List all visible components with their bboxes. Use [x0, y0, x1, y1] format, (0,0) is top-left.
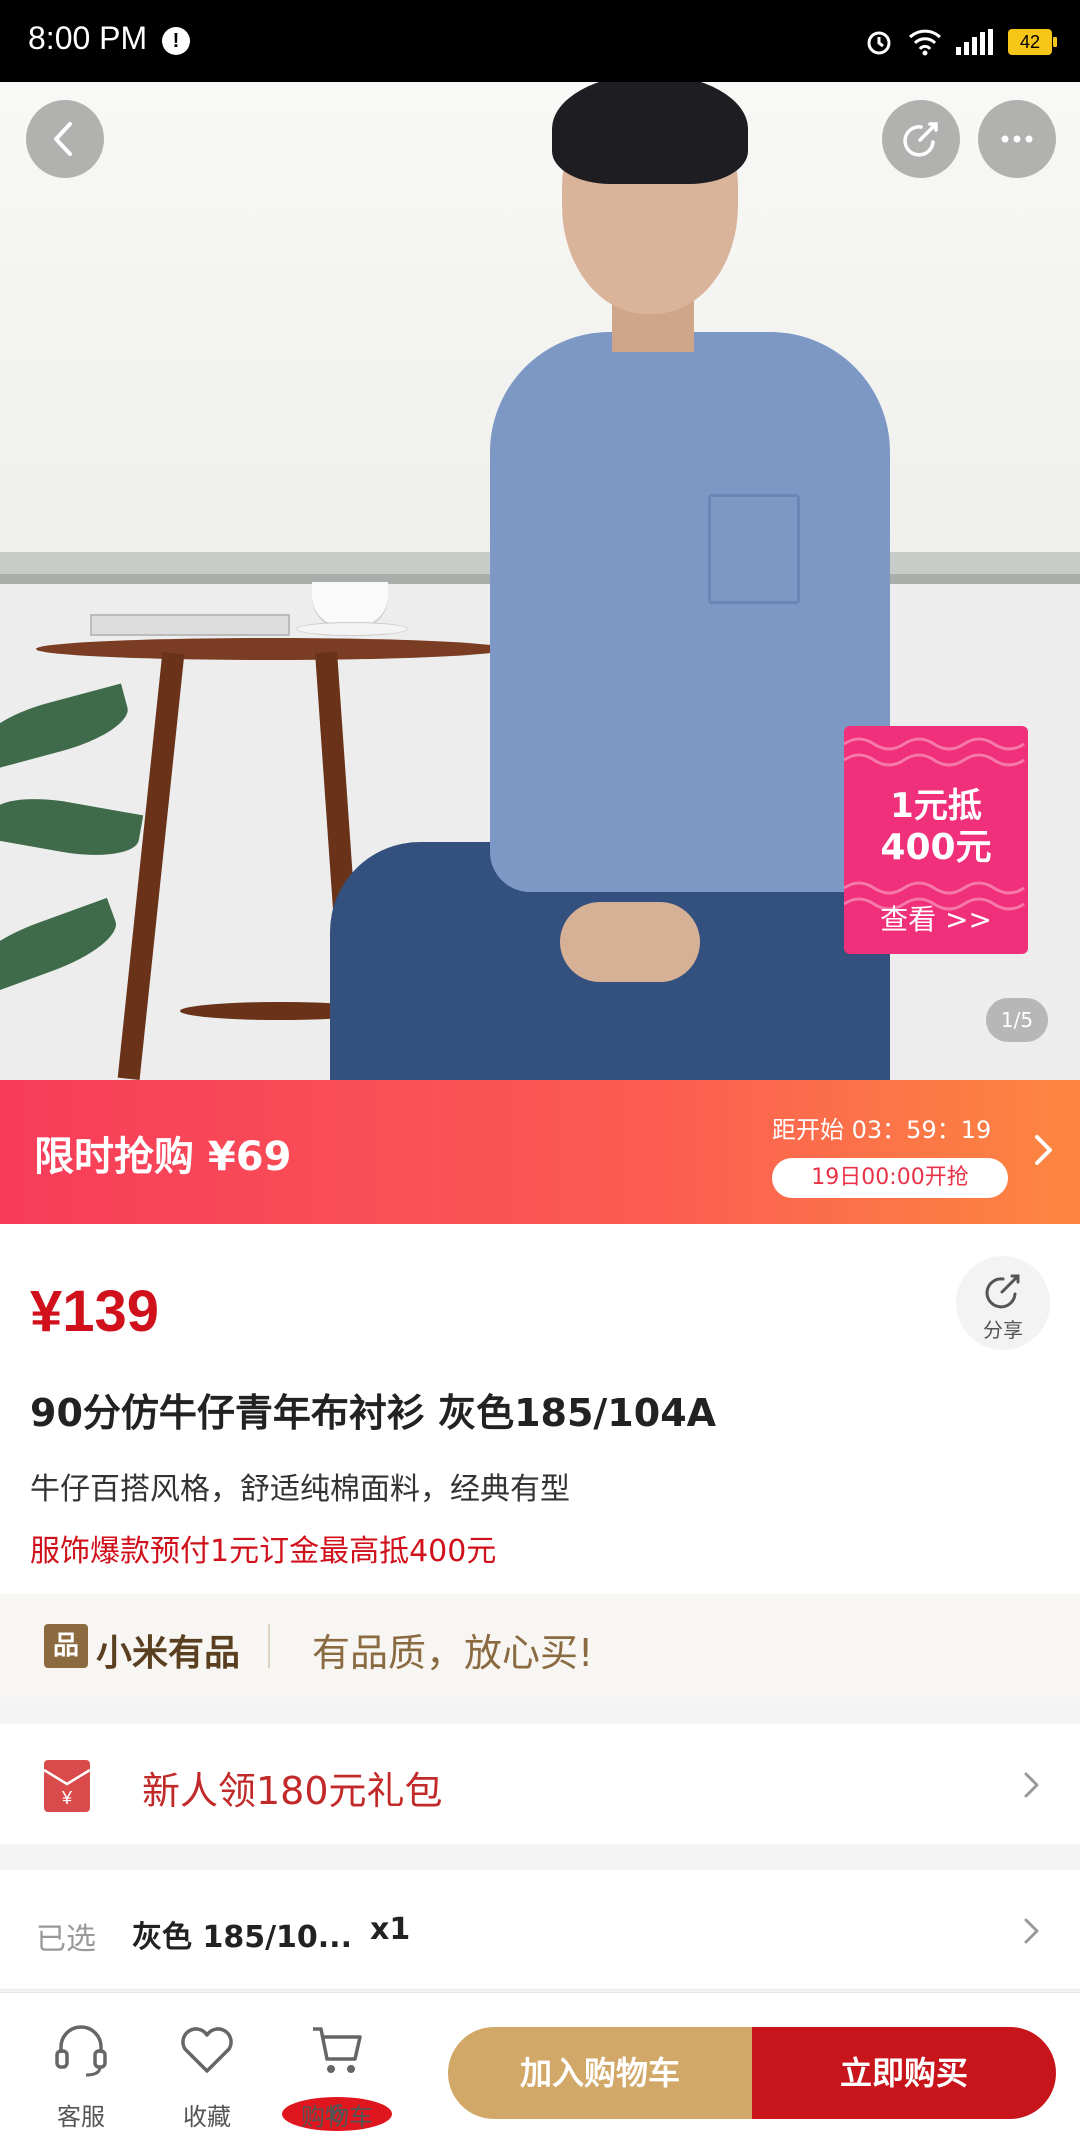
- chevron-right-icon: [1035, 1135, 1052, 1165]
- more-icon: [1001, 135, 1033, 143]
- share-button[interactable]: 分享: [956, 1256, 1050, 1350]
- heart-icon: [181, 2027, 233, 2073]
- favorite-button[interactable]: 收藏: [152, 1993, 262, 2142]
- brand-slogan: 有品质，放心买!: [312, 1631, 594, 1675]
- customer-service-button[interactable]: 客服: [26, 1993, 136, 2142]
- cart-label: 购物车: [301, 2103, 373, 2131]
- add-to-cart-button[interactable]: 加入购物车: [448, 2027, 752, 2119]
- flash-sale-banner[interactable]: 限时抢购 ¥69 距开始 03：59：19 19日00:00开抢: [0, 1080, 1080, 1224]
- brand-logo-icon: 品: [44, 1624, 88, 1668]
- signal-icon: [956, 29, 993, 55]
- product-title: 90分仿牛仔青年布衬衫 灰色185/104A: [30, 1391, 717, 1435]
- share-icon: [985, 1274, 1020, 1309]
- countdown: 距开始 03：59：19: [772, 1110, 991, 1145]
- promo-badge-cta: 查看 >>: [880, 903, 992, 936]
- selected-label: 已选: [36, 1922, 96, 1957]
- countdown-time: 03：59：19: [851, 1116, 992, 1144]
- more-button[interactable]: [978, 100, 1056, 178]
- notification-icon: !: [162, 27, 190, 55]
- status-time: 8:00 PM: [28, 20, 148, 56]
- back-button[interactable]: [26, 100, 104, 178]
- coupon-text: 新人领180元礼包: [142, 1769, 443, 1813]
- alarm-icon: [867, 31, 891, 55]
- product-promo: 服饰爆款预付1元订金最高抵400元: [30, 1534, 497, 1569]
- new-user-gift-row[interactable]: ¥ 新人领180元礼包: [0, 1724, 1080, 1844]
- bottom-action-bar: 客服 收藏 6 购物车 加入购物车 立即购买: [0, 1992, 1080, 2142]
- sale-start-time: 19日00:00开抢: [772, 1158, 1008, 1198]
- cart-button[interactable]: 6 购物车: [282, 1993, 392, 2142]
- wifi-icon: [908, 29, 942, 56]
- chevron-right-icon: [1024, 1918, 1039, 1944]
- product-subtitle: 牛仔百搭风格，舒适纯棉面料，经典有型: [30, 1472, 570, 1507]
- buy-now-button[interactable]: 立即购买: [752, 2027, 1056, 2119]
- promo-badge-line2: 400元: [880, 827, 992, 868]
- product-price: ¥139: [30, 1279, 160, 1344]
- share-button-top[interactable]: [882, 100, 960, 178]
- cart-icon: [313, 2027, 362, 2073]
- wave-decoration: [844, 737, 1025, 767]
- divider: [268, 1624, 270, 1668]
- favorite-label: 收藏: [183, 2103, 231, 2131]
- image-page-indicator: 1/5: [986, 998, 1048, 1042]
- svg-text:¥: ¥: [61, 1788, 73, 1808]
- brand-banner: 品 小米有品 有品质，放心买!: [0, 1594, 1080, 1698]
- chevron-right-icon: [1024, 1772, 1039, 1798]
- share-label: 分享: [983, 1318, 1023, 1342]
- battery-icon: 42: [1008, 29, 1057, 55]
- share-icon: [903, 122, 938, 157]
- product-info: ¥139 分享 90分仿牛仔青年布衬衫 灰色185/104A 牛仔百搭风格，舒适…: [0, 1224, 1080, 1594]
- status-bar: 8:00 PM ! 42: [0, 0, 1080, 82]
- red-envelope-icon: ¥: [44, 1760, 90, 1812]
- countdown-prefix: 距开始: [772, 1116, 844, 1144]
- flash-sale-label: 限时抢购 ¥69: [34, 1134, 292, 1180]
- selected-value: 灰色 185/10...: [132, 1920, 352, 1955]
- selected-variant-row[interactable]: 已选 灰色 185/10... x1: [0, 1870, 1080, 1990]
- selected-quantity: x1: [370, 1912, 411, 1947]
- back-icon: [54, 122, 72, 156]
- promo-badge[interactable]: 1元抵 400元 查看 >>: [844, 726, 1028, 954]
- headset-icon: [55, 2025, 107, 2077]
- customer-service-label: 客服: [57, 2103, 105, 2131]
- brand-name: 小米有品: [96, 1633, 241, 1674]
- status-icons: 42: [864, 22, 1057, 62]
